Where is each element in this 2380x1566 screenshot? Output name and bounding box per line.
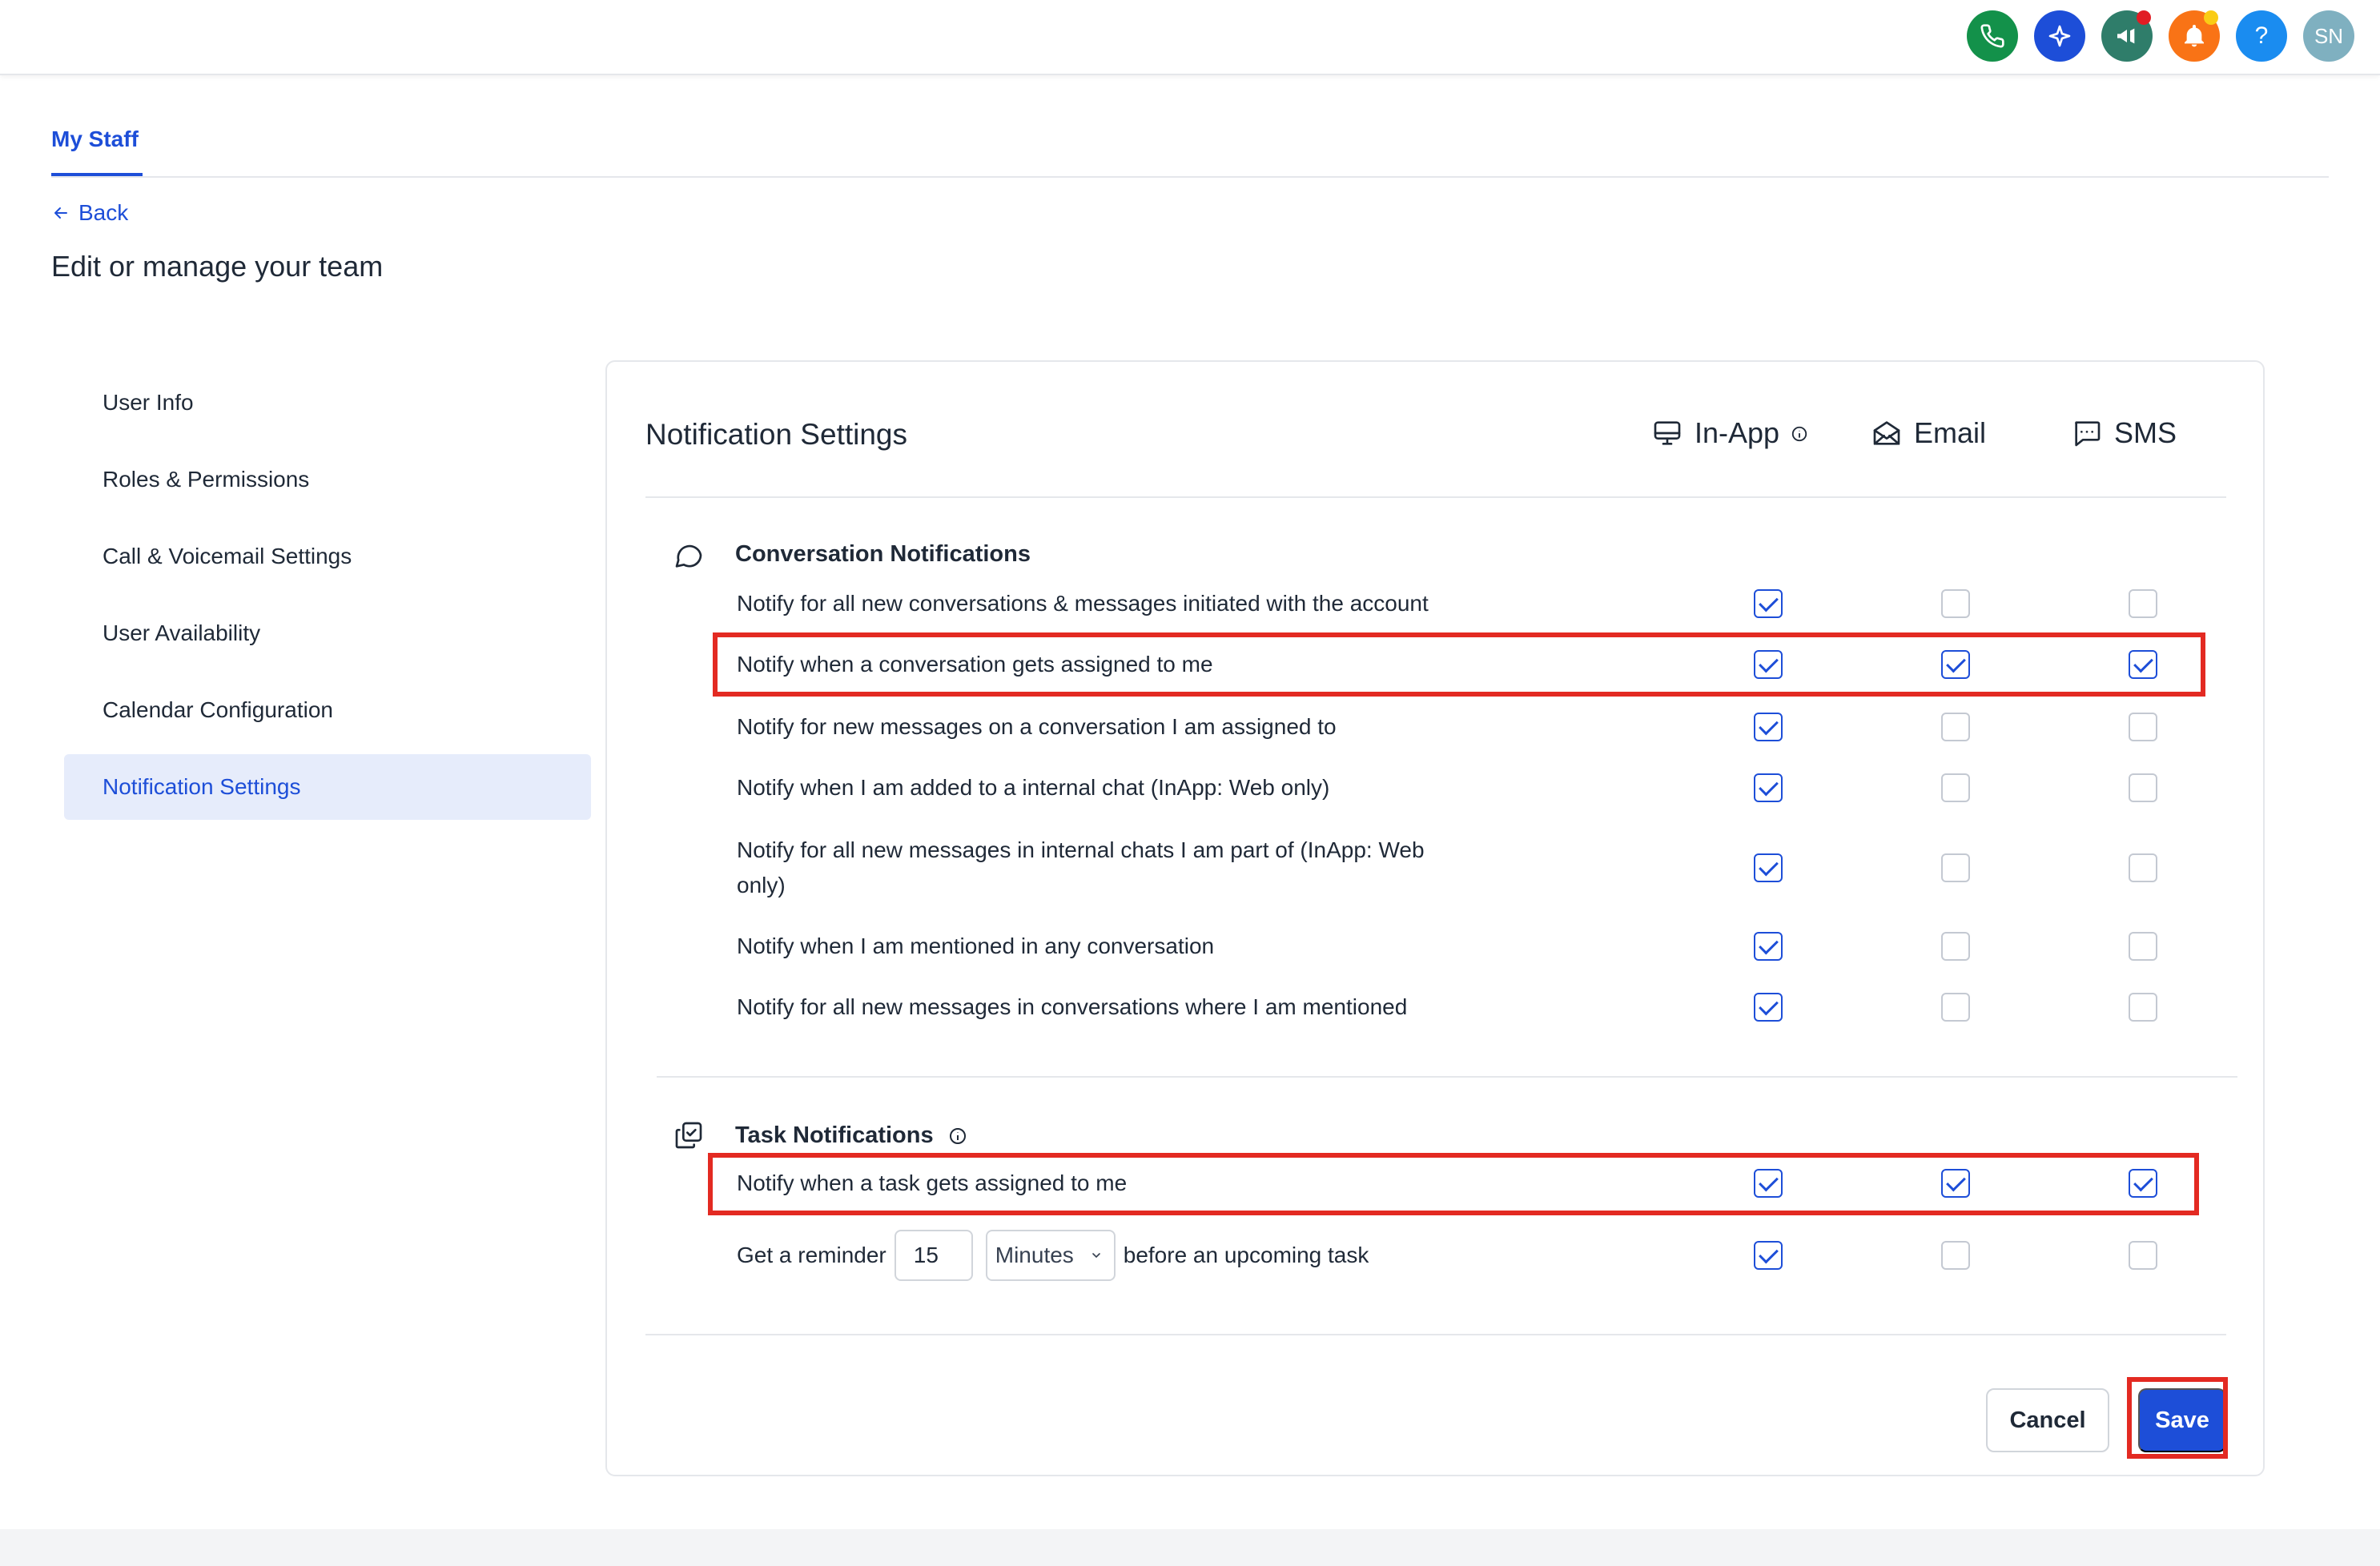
section-title-task: Task Notifications [735, 1122, 967, 1149]
page-title: Edit or manage your team [51, 250, 384, 283]
tab-my-staff[interactable]: My Staff [51, 126, 139, 152]
conv-row-label-7: Notify for all new messages in conversat… [737, 994, 1408, 1019]
conv-row-label-1: Notify for all new conversations & messa… [737, 591, 1429, 616]
reminder-value-input[interactable] [894, 1230, 973, 1281]
conv-row-label-3: Notify for new messages on a conversatio… [737, 714, 1337, 739]
sidebar-item-user-availability[interactable]: User Availability [64, 600, 591, 666]
checkbox-conv4-inapp[interactable] [1754, 773, 1783, 802]
reminder-suffix: before an upcoming task [1123, 1243, 1369, 1267]
checkbox-conv5-sms[interactable] [2129, 853, 2157, 882]
column-label-sms: SMS [2114, 416, 2177, 449]
section-title-label: Task Notifications [735, 1122, 934, 1148]
checkbox-conv6-inapp[interactable] [1754, 932, 1783, 961]
envelope-icon [1873, 421, 1900, 445]
avatar[interactable]: SN [2303, 10, 2354, 62]
highlight-box-task-assigned [708, 1153, 2199, 1215]
checkbox-conv4-sms[interactable] [2129, 773, 2157, 802]
ai-assistant-button[interactable] [2034, 10, 2085, 62]
avatar-initials: SN [2314, 23, 2344, 48]
reminder-row: Get a reminder Minutes before an upcomin… [737, 1230, 1369, 1281]
checkbox-conv3-inapp[interactable] [1754, 713, 1783, 741]
footer-divider [645, 1334, 2226, 1335]
chat-bubble-icon [675, 544, 702, 568]
column-label-email: Email [1914, 416, 1987, 449]
phone-button[interactable] [1967, 10, 2018, 62]
checkbox-conv5-inapp[interactable] [1754, 853, 1783, 882]
sidebar-item-call-voicemail[interactable]: Call & Voicemail Settings [64, 524, 591, 589]
sidebar-item-roles-permissions[interactable]: Roles & Permissions [64, 447, 591, 512]
reminder-prefix: Get a reminder [737, 1243, 886, 1267]
section-title-label: Conversation Notifications [735, 541, 1031, 567]
checkbox-conv4-email[interactable] [1941, 773, 1970, 802]
checkbox-reminder-sms[interactable] [2129, 1241, 2157, 1270]
conv-row-label-5: Notify for all new messages in internal … [737, 837, 1425, 862]
checkbox-conv7-inapp[interactable] [1754, 993, 1783, 1022]
cancel-button[interactable]: Cancel [1986, 1388, 2109, 1452]
conv-row-label-5-cont: only) [737, 873, 786, 897]
highlight-box-save [2127, 1377, 2228, 1459]
conv-row-label-4: Notify when I am added to a internal cha… [737, 775, 1330, 800]
notification-dot [2137, 10, 2151, 25]
sparkle-icon [2048, 25, 2071, 47]
checkbox-conv3-email[interactable] [1941, 713, 1970, 741]
chevron-down-icon [1092, 1253, 1100, 1259]
sidebar-item-label: User Availability [103, 620, 261, 645]
section-divider [657, 1076, 2237, 1078]
sidebar-item-label: Call & Voicemail Settings [103, 544, 352, 568]
sidebar-item-label: Roles & Permissions [103, 467, 310, 492]
notification-dot [2204, 10, 2218, 25]
checkbox-conv5-email[interactable] [1941, 853, 1970, 882]
sidebar-item-label: Calendar Configuration [103, 697, 333, 722]
checkbox-conv7-sms[interactable] [2129, 993, 2157, 1022]
checkbox-conv7-email[interactable] [1941, 993, 1970, 1022]
checkbox-reminder-inapp[interactable] [1754, 1241, 1783, 1270]
info-icon[interactable] [948, 1126, 967, 1146]
notification-settings-card [605, 360, 2265, 1476]
checkbox-conv1-sms[interactable] [2129, 589, 2157, 618]
monitor-icon [1654, 421, 1681, 445]
column-header-email: Email [1871, 416, 1986, 450]
checkbox-conv1-inapp[interactable] [1754, 589, 1783, 618]
info-icon[interactable] [1791, 416, 1808, 450]
reminder-unit-value: Minutes [995, 1243, 1074, 1267]
back-label: Back [78, 200, 129, 225]
message-icon [2075, 421, 2101, 447]
sidebar-item-calendar-configuration[interactable]: Calendar Configuration [64, 677, 591, 743]
card-title: Notification Settings [645, 418, 908, 451]
help-icon: ? [2254, 22, 2269, 49]
checkbox-conv1-email[interactable] [1941, 589, 1970, 618]
top-bar: ? SN [0, 0, 2380, 75]
checkbox-conv6-email[interactable] [1941, 932, 1970, 961]
column-label-inapp: In-App [1695, 416, 1780, 449]
highlight-box-conversation-assigned [713, 632, 2205, 697]
sidebar-item-notification-settings[interactable]: Notification Settings [64, 754, 591, 820]
announcements-button[interactable] [2101, 10, 2153, 62]
column-header-inapp: In-App [1651, 416, 1808, 450]
page-footer-band [0, 1529, 2380, 1566]
phone-icon [1980, 24, 2004, 48]
sidebar-item-user-info[interactable]: User Info [64, 370, 591, 436]
task-copy-icon [675, 1122, 702, 1149]
column-header-sms: SMS [2071, 416, 2177, 450]
sidebar-item-label: User Info [103, 390, 194, 415]
reminder-unit-select[interactable]: Minutes [985, 1230, 1116, 1281]
back-link[interactable]: Back [51, 200, 128, 226]
notifications-button[interactable] [2169, 10, 2220, 62]
checkbox-conv6-sms[interactable] [2129, 932, 2157, 961]
bell-icon [2185, 25, 2204, 47]
header-divider [645, 496, 2226, 498]
conv-row-label-6: Notify when I am mentioned in any conver… [737, 934, 1215, 958]
checkbox-reminder-email[interactable] [1941, 1241, 1970, 1270]
section-title-conversation: Conversation Notifications [735, 541, 1031, 568]
checkbox-conv3-sms[interactable] [2129, 713, 2157, 741]
arrow-left-icon [54, 207, 67, 219]
help-button[interactable]: ? [2236, 10, 2287, 62]
megaphone-icon [2117, 28, 2135, 44]
sidebar-item-label: Notification Settings [103, 774, 301, 799]
tab-divider [51, 176, 2329, 178]
